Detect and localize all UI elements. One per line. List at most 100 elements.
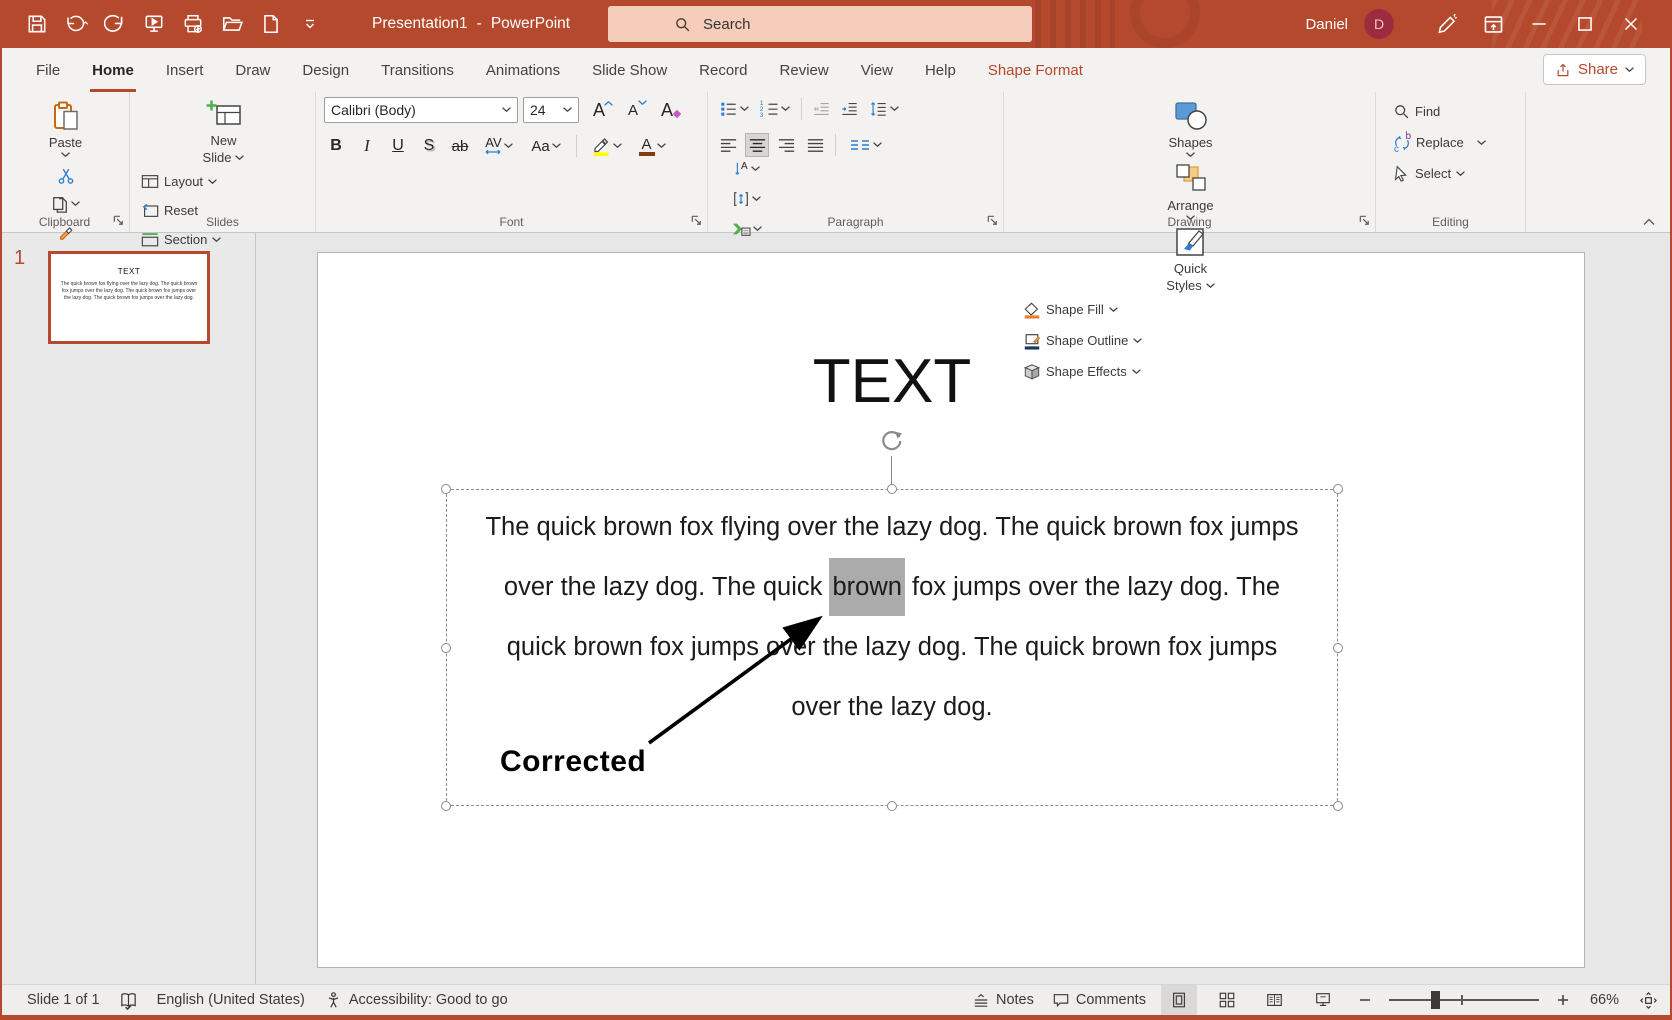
font-size-select[interactable]: 24 <box>523 97 579 123</box>
annotation-label[interactable]: Corrected <box>500 745 646 779</box>
resize-handle-se[interactable] <box>1333 801 1343 811</box>
strikethrough-button[interactable]: ab <box>448 134 472 158</box>
align-text-button[interactable] <box>726 187 766 211</box>
clear-formatting-button[interactable]: A <box>652 98 682 122</box>
open-file-button[interactable] <box>217 7 247 41</box>
zoom-slider-handle[interactable] <box>1431 991 1440 1009</box>
tab-review[interactable]: Review <box>764 48 845 92</box>
tab-draw[interactable]: Draw <box>219 48 286 92</box>
save-button[interactable] <box>22 7 52 41</box>
clipboard-dialog-launcher[interactable] <box>112 214 125 227</box>
bullets-button[interactable] <box>716 97 752 121</box>
paragraph-dialog-launcher[interactable] <box>986 214 999 227</box>
tab-file[interactable]: File <box>20 48 76 92</box>
find-button[interactable]: Find <box>1390 99 1519 124</box>
undo-button[interactable] <box>61 7 91 41</box>
slideshow-view-button[interactable] <box>1305 985 1341 1015</box>
layout-button[interactable]: Layout <box>138 169 309 194</box>
avatar[interactable]: D <box>1364 9 1394 39</box>
resize-handle-sw[interactable] <box>441 801 451 811</box>
tab-animations[interactable]: Animations <box>470 48 576 92</box>
zoom-out-button[interactable] <box>1353 985 1377 1015</box>
slide-indicator[interactable]: Slide 1 of 1 <box>24 985 103 1015</box>
new-slide-button[interactable]: New Slide <box>138 97 309 167</box>
new-file-button[interactable] <box>256 7 286 41</box>
resize-handle-n[interactable] <box>887 484 897 494</box>
tab-home[interactable]: Home <box>76 48 150 92</box>
character-spacing-button[interactable]: AV <box>479 134 519 158</box>
italic-button[interactable]: I <box>355 134 379 158</box>
rotate-handle[interactable] <box>878 427 906 455</box>
close-button[interactable] <box>1608 0 1654 48</box>
notes-button[interactable]: Notes <box>969 985 1037 1015</box>
replace-button[interactable]: b c Replace <box>1390 130 1519 155</box>
cut-button[interactable] <box>8 164 123 188</box>
fit-slide-to-window-button[interactable] <box>1634 985 1662 1015</box>
text-highlight-color-button[interactable] <box>587 134 625 158</box>
reading-view-button[interactable] <box>1257 985 1293 1015</box>
slide-thumbnail[interactable]: TEXT The quick brown fox flying over the… <box>48 251 210 344</box>
columns-button[interactable] <box>844 133 886 157</box>
tab-shape-format[interactable]: Shape Format <box>972 48 1099 92</box>
align-center-button[interactable] <box>745 133 769 157</box>
tab-view[interactable]: View <box>845 48 909 92</box>
font-dialog-launcher[interactable] <box>690 214 703 227</box>
whats-new-button[interactable] <box>1424 0 1470 48</box>
increase-font-size-button[interactable]: A <box>584 98 614 122</box>
language-button[interactable]: English (United States) <box>154 985 308 1015</box>
text-shadow-button[interactable]: S <box>417 134 441 158</box>
decrease-indent-button[interactable] <box>809 97 833 121</box>
font-color-button[interactable]: A <box>632 134 672 158</box>
numbering-button[interactable]: 1 2 3 <box>756 97 794 121</box>
increase-indent-button[interactable] <box>837 97 861 121</box>
tab-design[interactable]: Design <box>286 48 365 92</box>
normal-view-button[interactable] <box>1161 985 1197 1015</box>
zoom-slider[interactable] <box>1389 999 1539 1001</box>
quick-styles-button[interactable]: Quick Styles <box>1012 223 1369 295</box>
search-input[interactable]: Search <box>608 6 1032 42</box>
slide-sorter-view-button[interactable] <box>1209 985 1245 1015</box>
tab-slide-show[interactable]: Slide Show <box>576 48 683 92</box>
bold-button[interactable]: B <box>324 134 348 158</box>
tab-help[interactable]: Help <box>909 48 972 92</box>
comments-button[interactable]: Comments <box>1049 985 1149 1015</box>
print-preview-button[interactable] <box>178 7 208 41</box>
shape-fill-button[interactable]: Shape Fill <box>1020 297 1369 322</box>
shape-outline-button[interactable]: Shape Outline <box>1020 328 1369 353</box>
tab-insert[interactable]: Insert <box>150 48 220 92</box>
collapse-ribbon-button[interactable] <box>1642 217 1656 226</box>
accessibility-checker-button[interactable]: Accessibility: Good to go <box>321 985 511 1015</box>
decrease-font-size-button[interactable]: A <box>619 98 647 122</box>
font-name-select[interactable]: Calibri (Body) <box>324 97 518 123</box>
section-button[interactable]: Section <box>138 227 309 252</box>
arrange-button[interactable]: Arrange <box>1012 160 1369 223</box>
zoom-level-button[interactable]: 66% <box>1587 985 1622 1015</box>
align-right-button[interactable] <box>774 133 798 157</box>
redo-button[interactable] <box>100 7 130 41</box>
highlighted-word[interactable]: brown <box>829 558 904 616</box>
tab-record[interactable]: Record <box>683 48 763 92</box>
minimize-button[interactable] <box>1516 0 1562 48</box>
ribbon-display-options-button[interactable] <box>1470 0 1516 48</box>
zoom-in-button[interactable] <box>1551 985 1575 1015</box>
shape-effects-button[interactable]: Shape Effects <box>1020 359 1369 384</box>
underline-button[interactable]: U <box>386 134 410 158</box>
body-text[interactable]: The quick brown fox flying over the lazy… <box>447 497 1337 737</box>
slide-canvas[interactable]: TEXT The quick brown fox flying over the… <box>317 252 1585 968</box>
resize-handle-s[interactable] <box>887 801 897 811</box>
maximize-button[interactable] <box>1562 0 1608 48</box>
paste-button[interactable]: Paste <box>8 97 123 160</box>
shapes-button[interactable]: Shapes <box>1012 97 1369 160</box>
drawing-dialog-launcher[interactable] <box>1358 214 1371 227</box>
change-case-button[interactable]: Aa <box>526 134 566 158</box>
line-spacing-button[interactable] <box>865 97 903 121</box>
start-slideshow-button[interactable] <box>139 7 169 41</box>
tab-transitions[interactable]: Transitions <box>365 48 470 92</box>
justify-button[interactable] <box>803 133 827 157</box>
spell-check-button[interactable] <box>116 985 141 1015</box>
copy-button[interactable] <box>8 192 123 216</box>
select-button[interactable]: Select <box>1390 161 1519 186</box>
align-left-button[interactable] <box>716 133 740 157</box>
customize-qat-button[interactable] <box>295 7 325 41</box>
text-direction-button[interactable]: A <box>726 157 766 181</box>
